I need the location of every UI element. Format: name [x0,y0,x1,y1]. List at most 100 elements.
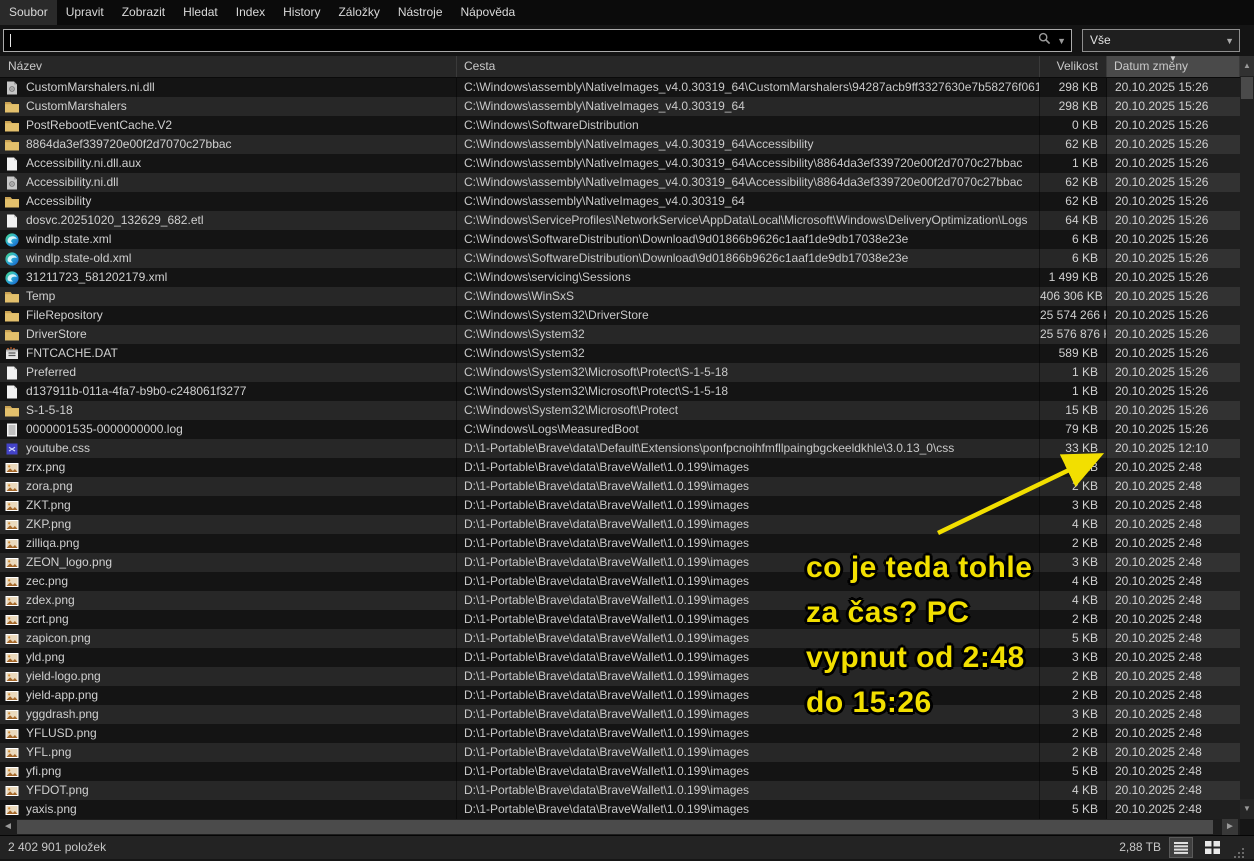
file-icon [4,156,20,172]
table-row[interactable]: YFLUSD.pngD:\1-Portable\Brave\data\Brave… [0,724,1240,743]
file-path: D:\1-Portable\Brave\data\BraveWallet\1.0… [457,686,1040,705]
menu-item-index[interactable]: Index [227,0,274,25]
table-row[interactable]: FNTCACHE.DATC:\Windows\System32589 KB20.… [0,344,1240,363]
table-row[interactable]: YFDOT.pngD:\1-Portable\Brave\data\BraveW… [0,781,1240,800]
file-size: 3 KB [1040,496,1107,515]
table-row[interactable]: yld.pngD:\1-Portable\Brave\data\BraveWal… [0,648,1240,667]
file-size: 62 KB [1040,192,1107,211]
menu-item-zalozky[interactable]: Záložky [329,0,388,25]
column-header-date[interactable]: ▼ Datum změny [1107,56,1240,77]
edge-icon [4,232,20,248]
file-size: 2 KB [1040,458,1107,477]
thumbnail-view-icon[interactable] [1201,838,1223,857]
file-name: zdex.png [26,591,75,610]
table-row[interactable]: ZKT.pngD:\1-Portable\Brave\data\BraveWal… [0,496,1240,515]
file-size: 2 KB [1040,477,1107,496]
search-options-dropdown-icon[interactable]: ▼ [1057,37,1066,46]
table-row[interactable]: CustomMarshalersC:\Windows\assembly\Nati… [0,97,1240,116]
table-row[interactable]: youtube.cssD:\1-Portable\Brave\data\Defa… [0,439,1240,458]
table-row[interactable]: ZKP.pngD:\1-Portable\Brave\data\BraveWal… [0,515,1240,534]
column-header-name[interactable]: Název [0,56,457,77]
table-row[interactable]: PostRebootEventCache.V2C:\Windows\Softwa… [0,116,1240,135]
filter-dropdown[interactable]: Vše ▼ [1082,29,1240,52]
menu-item-zobrazit[interactable]: Zobrazit [113,0,174,25]
png-icon [4,726,20,742]
file-size: 62 KB [1040,135,1107,154]
column-header-size[interactable]: Velikost [1040,56,1107,77]
column-header-path[interactable]: Cesta [457,56,1040,77]
folder-icon [4,289,20,305]
table-row[interactable]: zapicon.pngD:\1-Portable\Brave\data\Brav… [0,629,1240,648]
vertical-scrollbar-thumb[interactable] [1241,77,1253,99]
file-name-cell: ZEON_logo.png [0,553,457,572]
file-date: 20.10.2025 15:26 [1107,211,1240,230]
scroll-down-button[interactable]: ▼ [1240,799,1254,819]
table-row[interactable]: yggdrash.pngD:\1-Portable\Brave\data\Bra… [0,705,1240,724]
scroll-left-button[interactable]: ◄ [0,819,16,835]
table-row[interactable]: S-1-5-18C:\Windows\System32\Microsoft\Pr… [0,401,1240,420]
table-row[interactable]: zdex.pngD:\1-Portable\Brave\data\BraveWa… [0,591,1240,610]
table-row[interactable]: Accessibility.ni.dll.auxC:\Windows\assem… [0,154,1240,173]
table-row[interactable]: FileRepositoryC:\Windows\System32\Driver… [0,306,1240,325]
table-row[interactable]: zcrt.pngD:\1-Portable\Brave\data\BraveWa… [0,610,1240,629]
file-name-cell: Accessibility.ni.dll [0,173,457,192]
file-name: FileRepository [26,306,103,325]
file-name-cell: yfi.png [0,762,457,781]
file-name: Temp [26,287,55,306]
file-date: 20.10.2025 2:48 [1107,477,1240,496]
file-size: 6 KB [1040,249,1107,268]
table-row[interactable]: yaxis.pngD:\1-Portable\Brave\data\BraveW… [0,800,1240,819]
table-row[interactable]: zrx.pngD:\1-Portable\Brave\data\BraveWal… [0,458,1240,477]
file-date: 20.10.2025 2:48 [1107,667,1240,686]
table-row[interactable]: TempC:\Windows\WinSxS406 306 KB20.10.202… [0,287,1240,306]
table-row[interactable]: ZEON_logo.pngD:\1-Portable\Brave\data\Br… [0,553,1240,572]
scroll-right-button[interactable]: ► [1222,819,1238,835]
table-row[interactable]: zec.pngD:\1-Portable\Brave\data\BraveWal… [0,572,1240,591]
table-row[interactable]: yield-logo.pngD:\1-Portable\Brave\data\B… [0,667,1240,686]
file-name: yield-logo.png [26,667,101,686]
menu-item-history[interactable]: History [274,0,329,25]
menu-item-napoveda[interactable]: Nápověda [452,0,525,25]
file-date: 20.10.2025 2:48 [1107,648,1240,667]
table-row[interactable]: Accessibility.ni.dllC:\Windows\assembly\… [0,173,1240,192]
menu-item-nastroje[interactable]: Nástroje [389,0,452,25]
horizontal-scrollbar[interactable]: ◄ ► [0,819,1240,835]
search-box[interactable]: ▼ [3,29,1072,52]
chevron-down-icon: ▼ [1225,31,1234,51]
search-icon[interactable] [1038,32,1051,50]
table-row[interactable]: windlp.state.xmlC:\Windows\SoftwareDistr… [0,230,1240,249]
file-name: PostRebootEventCache.V2 [26,116,172,135]
table-row[interactable]: AccessibilityC:\Windows\assembly\NativeI… [0,192,1240,211]
table-row[interactable]: 0000001535-0000000000.logC:\Windows\Logs… [0,420,1240,439]
table-row[interactable]: zilliqa.pngD:\1-Portable\Brave\data\Brav… [0,534,1240,553]
table-row[interactable]: DriverStoreC:\Windows\System3225 576 876… [0,325,1240,344]
file-size: 298 KB [1040,97,1107,116]
menu-item-hledat[interactable]: Hledat [174,0,227,25]
file-name-cell: dosvc.20251020_132629_682.etl [0,211,457,230]
table-row[interactable]: yield-app.pngD:\1-Portable\Brave\data\Br… [0,686,1240,705]
file-size: 2 KB [1040,686,1107,705]
vertical-scrollbar[interactable]: ▲ ▼ [1240,56,1254,819]
table-row[interactable]: 31211723_581202179.xmlC:\Windows\servici… [0,268,1240,287]
table-row[interactable]: dosvc.20251020_132629_682.etlC:\Windows\… [0,211,1240,230]
list-view-icon[interactable] [1170,838,1192,857]
table-row[interactable]: zora.pngD:\1-Portable\Brave\data\BraveWa… [0,477,1240,496]
file-name-cell: CustomMarshalers.ni.dll [0,78,457,97]
file-size: 4 KB [1040,515,1107,534]
horizontal-scrollbar-thumb[interactable] [17,820,1213,834]
window-resize-grip[interactable] [1234,847,1244,857]
table-row[interactable]: PreferredC:\Windows\System32\Microsoft\P… [0,363,1240,382]
table-row[interactable]: windlp.state-old.xmlC:\Windows\SoftwareD… [0,249,1240,268]
table-row[interactable]: 8864da3ef339720e00f2d7070c27bbacC:\Windo… [0,135,1240,154]
file-name-cell: windlp.state-old.xml [0,249,457,268]
table-row[interactable]: CustomMarshalers.ni.dllC:\Windows\assemb… [0,78,1240,97]
search-input[interactable] [14,30,1004,51]
menu-item-upravit[interactable]: Upravit [57,0,113,25]
table-row[interactable]: YFL.pngD:\1-Portable\Brave\data\BraveWal… [0,743,1240,762]
table-row[interactable]: d137911b-011a-4fa7-b9b0-c248061f3277C:\W… [0,382,1240,401]
scroll-up-button[interactable]: ▲ [1240,56,1254,76]
file-path: C:\Windows\servicing\Sessions [457,268,1040,287]
menu-item-soubor[interactable]: Soubor [0,0,57,25]
file-path: D:\1-Portable\Brave\data\BraveWallet\1.0… [457,458,1040,477]
table-row[interactable]: yfi.pngD:\1-Portable\Brave\data\BraveWal… [0,762,1240,781]
